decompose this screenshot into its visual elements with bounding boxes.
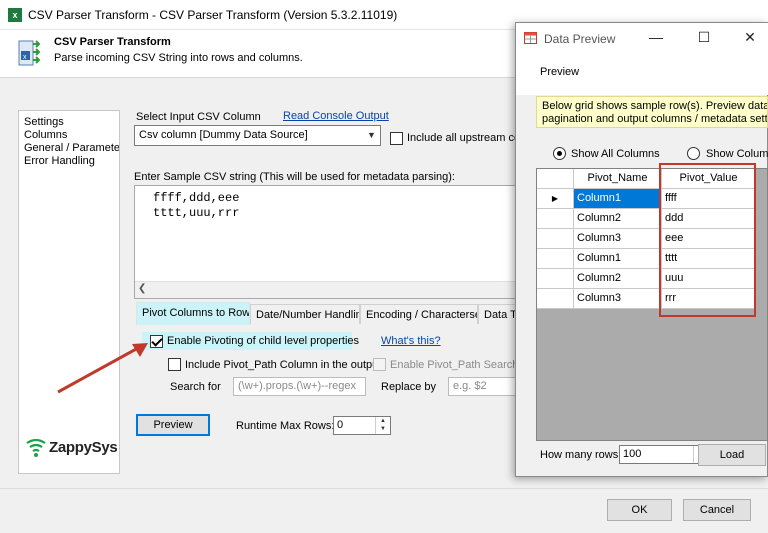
preview-heading: Preview bbox=[540, 66, 580, 78]
chevron-down-icon: ▼ bbox=[367, 130, 376, 140]
runtime-max-rows-input[interactable]: 0 ▲ ▼ bbox=[333, 416, 391, 435]
preview-button[interactable]: Preview bbox=[136, 414, 210, 436]
options-tabs: Pivot Columns to Rows Date/Number Handli… bbox=[136, 302, 518, 325]
csv-line: ffff,ddd,eee bbox=[153, 191, 240, 205]
grid-corner-header bbox=[537, 169, 574, 189]
show-columns-label: Show Columns bbox=[706, 148, 768, 160]
csv-line: tttt,uuu,rrr bbox=[153, 206, 240, 220]
include-upstream-label: Include all upstream colu bbox=[407, 132, 529, 144]
svg-text:x: x bbox=[23, 54, 27, 61]
how-many-rows-label: How many rows bbox=[540, 449, 619, 461]
grid-header-pivot-name[interactable]: Pivot_Name bbox=[574, 169, 662, 189]
search-for-input[interactable]: (\w+).props.(\w+)--regex bbox=[233, 377, 366, 396]
sidebar-item-error-handling[interactable]: Error Handling bbox=[24, 155, 119, 168]
component-title: CSV Parser Transform bbox=[54, 36, 171, 48]
preview-note-line: pagination and output columns / metadata… bbox=[542, 113, 768, 125]
preview-title-bar: Data Preview — ☐ ✕ bbox=[516, 23, 768, 53]
whats-this-link[interactable]: What's this? bbox=[381, 335, 441, 347]
component-description: Parse incoming CSV String into rows and … bbox=[54, 52, 303, 64]
sidebar-item-general-parameters[interactable]: General / Parameters bbox=[24, 142, 119, 155]
include-upstream-checkbox[interactable] bbox=[390, 132, 403, 145]
grid-cell[interactable]: eee bbox=[662, 229, 756, 249]
show-columns-radio[interactable] bbox=[687, 147, 700, 160]
sidebar-item-settings[interactable]: Settings bbox=[24, 116, 119, 129]
cancel-button[interactable]: Cancel bbox=[683, 499, 751, 521]
zappysys-logo: ZappySys bbox=[25, 437, 118, 459]
grid-cell[interactable]: Column3 bbox=[574, 229, 662, 249]
sidebar: Settings Columns General / Parameters Er… bbox=[18, 110, 120, 474]
grid-cell[interactable]: Column1 bbox=[574, 189, 662, 209]
select-column-label: Select Input CSV Column bbox=[136, 111, 261, 123]
minimize-icon[interactable]: — bbox=[634, 23, 678, 53]
replace-by-label: Replace by bbox=[381, 381, 437, 393]
grid-cell[interactable]: ddd bbox=[662, 209, 756, 229]
grid-cell[interactable]: ffff bbox=[662, 189, 756, 209]
grid-cell[interactable]: Column3 bbox=[574, 289, 662, 309]
sample-csv-textarea[interactable]: ffff,ddd,eee tttt,uuu,rrr ❮ bbox=[134, 185, 518, 299]
app-icon: x bbox=[8, 8, 22, 22]
maximize-icon[interactable]: ☐ bbox=[682, 23, 726, 53]
close-icon[interactable]: ✕ bbox=[728, 23, 768, 53]
grid-icon bbox=[524, 32, 537, 44]
input-column-select[interactable]: Csv column [Dummy Data Source] ▼ bbox=[134, 125, 381, 146]
search-for-label: Search for bbox=[170, 381, 221, 393]
zappysys-logo-icon bbox=[26, 438, 46, 457]
grid-cell[interactable]: Column2 bbox=[574, 269, 662, 289]
runtime-max-rows-value: 0 bbox=[337, 419, 344, 431]
runtime-max-rows-label: Runtime Max Rows: bbox=[236, 420, 335, 432]
pivot-options-panel: Enable Pivoting of child level propertie… bbox=[136, 324, 536, 400]
sample-csv-label: Enter Sample CSV string (This will be us… bbox=[134, 171, 455, 183]
logo-text: ZappySys bbox=[49, 439, 118, 456]
enable-pivot-path-search-checkbox[interactable] bbox=[373, 358, 386, 371]
enable-pivoting-label: Enable Pivoting of child level propertie… bbox=[167, 335, 360, 347]
annotation-arrow bbox=[57, 343, 148, 394]
dialog-button-bar: OK Cancel bbox=[0, 488, 768, 533]
row-header[interactable] bbox=[537, 269, 574, 289]
include-pivot-path-checkbox[interactable] bbox=[168, 358, 181, 371]
row-header[interactable] bbox=[537, 229, 574, 249]
grid-cell[interactable]: tttt bbox=[662, 249, 756, 269]
replace-by-input[interactable]: e.g. $2 bbox=[448, 377, 518, 396]
grid-cell[interactable]: Column1 bbox=[574, 249, 662, 269]
grid-header-pivot-value[interactable]: Pivot_Value bbox=[662, 169, 756, 189]
preview-note-line: Below grid shows sample row(s). Preview … bbox=[542, 100, 768, 112]
grid-cell[interactable]: Column2 bbox=[574, 209, 662, 229]
tab-pivot-columns[interactable]: Pivot Columns to Rows bbox=[136, 302, 250, 325]
spinner-arrows-icon[interactable]: ▲▼ bbox=[375, 417, 390, 434]
row-header[interactable] bbox=[537, 209, 574, 229]
show-all-columns-label: Show All Columns bbox=[571, 148, 660, 160]
load-button[interactable]: Load bbox=[698, 444, 766, 466]
horizontal-scrollbar[interactable]: ❮ bbox=[135, 281, 517, 298]
grid-cell[interactable]: uuu bbox=[662, 269, 756, 289]
preview-note: Below grid shows sample row(s). Preview … bbox=[536, 96, 768, 128]
sidebar-item-columns[interactable]: Columns bbox=[24, 129, 119, 142]
show-all-columns-radio[interactable] bbox=[553, 147, 566, 160]
window-title: CSV Parser Transform - CSV Parser Transf… bbox=[28, 8, 398, 22]
tab-data-types[interactable]: Data Ty bbox=[478, 304, 518, 324]
ok-button[interactable]: OK bbox=[607, 499, 672, 521]
row-selector-icon[interactable]: ▶ bbox=[537, 189, 574, 209]
settings-panel: Select Input CSV Column Read Console Out… bbox=[128, 100, 536, 480]
csv-parser-icon: x bbox=[18, 40, 41, 66]
preview-title: Data Preview bbox=[544, 32, 616, 46]
include-pivot-path-label: Include Pivot_Path Column in the output bbox=[185, 359, 382, 371]
input-column-value: Csv column [Dummy Data Source] bbox=[139, 129, 308, 141]
chevron-left-icon[interactable]: ❮ bbox=[138, 283, 146, 294]
row-header[interactable] bbox=[537, 289, 574, 309]
read-console-output-link[interactable]: Read Console Output bbox=[283, 110, 389, 122]
grid-cell[interactable]: rrr bbox=[662, 289, 756, 309]
data-preview-dialog: Data Preview — ☐ ✕ Preview Below grid sh… bbox=[515, 22, 768, 477]
tab-date-number-handling[interactable]: Date/Number Handling bbox=[250, 304, 360, 324]
tab-encoding-characterset[interactable]: Encoding / Characterset bbox=[360, 304, 478, 324]
preview-grid[interactable]: Pivot_Name Pivot_Value ▶ Column1 ffff Co… bbox=[536, 168, 768, 441]
how-many-rows-value: 100 bbox=[623, 448, 642, 460]
how-many-rows-input[interactable]: 100 ▲▼ bbox=[619, 445, 709, 464]
enable-pivot-path-search-label: Enable Pivot_Path Search/Re bbox=[390, 359, 536, 371]
row-header[interactable] bbox=[537, 249, 574, 269]
preview-heading-panel: Preview bbox=[516, 53, 768, 95]
